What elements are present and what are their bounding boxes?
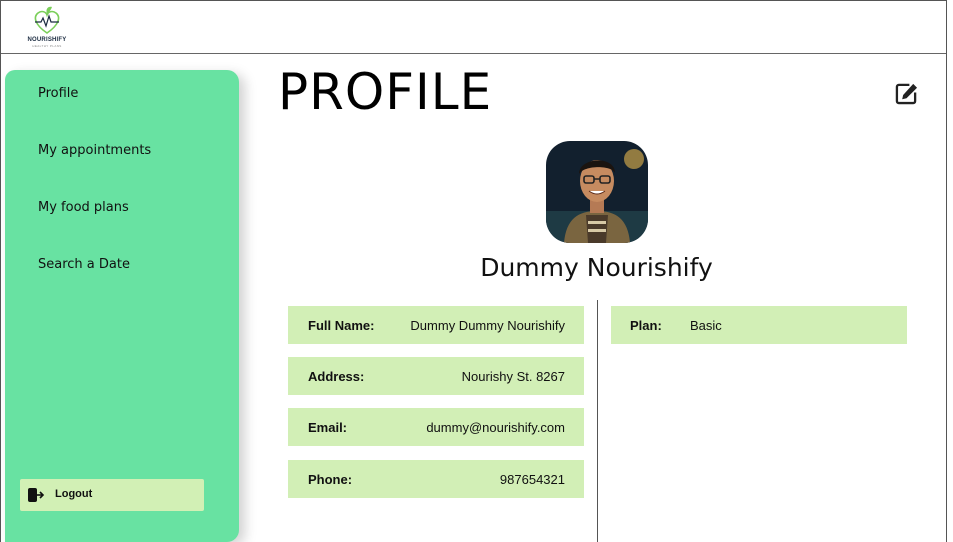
plan-row: Plan: Basic xyxy=(611,306,907,344)
plan-key: Plan: xyxy=(630,318,662,333)
detail-key: Phone: xyxy=(308,472,353,487)
logout-button[interactable]: Logout xyxy=(20,479,204,511)
detail-value: 987654321 xyxy=(499,472,565,487)
brand-logo[interactable]: NOURISHIFY HEALTHY PLANS xyxy=(25,5,69,49)
column-divider xyxy=(597,300,598,542)
user-name: Dummy Nourishify xyxy=(480,253,713,282)
page-title: PROFILE xyxy=(278,63,493,121)
plan-value: Basic xyxy=(690,318,722,333)
avatar-photo xyxy=(546,141,648,243)
edit-icon[interactable] xyxy=(895,82,918,105)
brand-name: NOURISHIFY xyxy=(27,37,67,43)
sidebar-item-food-plans[interactable]: My food plans xyxy=(38,200,129,215)
detail-row-address: Address: Nourishy St. 8267 xyxy=(288,357,584,395)
sidebar-item-appointments[interactable]: My appointments xyxy=(38,143,151,158)
avatar[interactable] xyxy=(546,141,648,243)
sidebar-item-profile[interactable]: Profile xyxy=(38,86,78,101)
top-bar: NOURISHIFY HEALTHY PLANS xyxy=(1,1,946,54)
logout-icon xyxy=(28,488,45,502)
sidebar: Profile My appointments My food plans Se… xyxy=(5,70,239,542)
heart-leaf-logo-icon xyxy=(34,6,60,34)
detail-value: Dummy Dummy Nourishify xyxy=(410,318,565,333)
detail-key: Full Name: xyxy=(308,318,375,333)
detail-value: dummy@nourishify.com xyxy=(426,420,565,435)
detail-key: Address: xyxy=(308,369,365,384)
logout-label: Logout xyxy=(55,488,93,500)
sidebar-item-search-date[interactable]: Search a Date xyxy=(38,257,130,272)
detail-row-full-name: Full Name: Dummy Dummy Nourishify xyxy=(288,306,584,344)
detail-row-phone: Phone: 987654321 xyxy=(288,460,584,498)
detail-row-email: Email: dummy@nourishify.com xyxy=(288,408,584,446)
detail-key: Email: xyxy=(308,420,348,435)
detail-value: Nourishy St. 8267 xyxy=(461,369,565,384)
brand-tagline: HEALTHY PLANS xyxy=(32,44,62,48)
